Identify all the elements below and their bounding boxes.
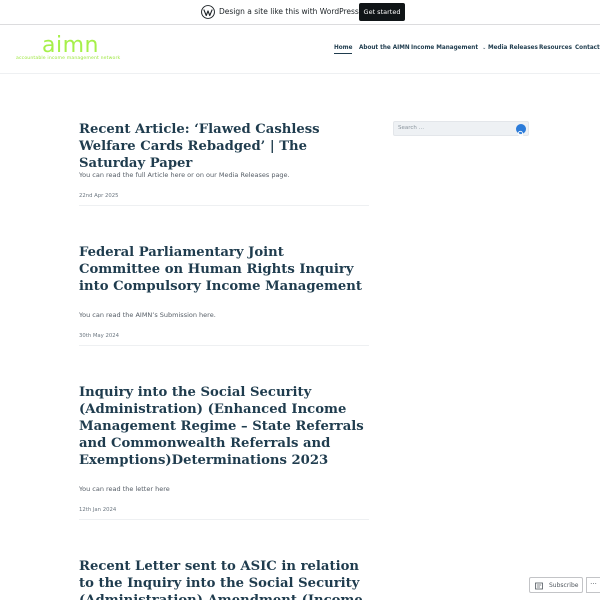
get-started-button[interactable]: Get started (359, 3, 405, 21)
wordpress-promo-bar: Design a site like this with WordPress.c… (0, 0, 600, 25)
wordpress-logo-icon[interactable] (201, 5, 215, 19)
search-button[interactable] (516, 124, 526, 137)
post-title-link[interactable]: Recent Letter sent to ASIC in relation t… (79, 558, 369, 600)
nav-item-media-releases[interactable]: Media Releases (488, 45, 538, 51)
post-title-link[interactable]: Recent Article: ‘Flawed Cashless Welfare… (79, 121, 369, 172)
post-excerpt: You can read the letter here (79, 485, 170, 493)
nav-item-contact[interactable]: Contact (575, 45, 600, 51)
post-excerpt: You can read the full Article here or on… (79, 171, 290, 179)
post-divider (79, 205, 369, 206)
post-title-link[interactable]: Federal Parliamentary Joint Committee on… (79, 244, 369, 295)
nav-item-resources[interactable]: Resources (539, 45, 572, 51)
nav-item-about[interactable]: About the AIMN (359, 45, 410, 51)
post-excerpt: You can read the AIMN’s Submission here. (79, 311, 216, 319)
post-title-link[interactable]: Inquiry into the Social Security (Admini… (79, 384, 369, 469)
reader-subscribe-icon (535, 582, 543, 590)
more-actions-button[interactable]: ··· (586, 577, 600, 593)
nav-item-income-management[interactable]: Income Management ⌄ (411, 45, 486, 51)
search-input[interactable]: Search … (398, 125, 424, 131)
post-divider (79, 519, 369, 520)
post-date[interactable]: 30th May 2024 (79, 333, 119, 339)
search-form: Search … (393, 121, 529, 137)
nav-item-income-management-label: Income Management (411, 45, 479, 51)
nav-item-home[interactable]: Home (334, 45, 353, 54)
subscribe-button[interactable]: Subscribe (529, 577, 583, 593)
wordpress-promo-text[interactable]: Design a site like this with WordPress.c… (219, 7, 377, 16)
post-date[interactable]: 22nd Apr 2025 (79, 193, 118, 199)
chevron-down-icon: ⌄ (482, 45, 487, 51)
post-divider (79, 345, 369, 346)
post-date[interactable]: 12th Jan 2024 (79, 507, 116, 513)
search-icon (517, 130, 524, 137)
subscribe-label: Subscribe (549, 582, 579, 589)
primary-nav: Home About the AIMN Income Management ⌄ M… (0, 45, 600, 59)
